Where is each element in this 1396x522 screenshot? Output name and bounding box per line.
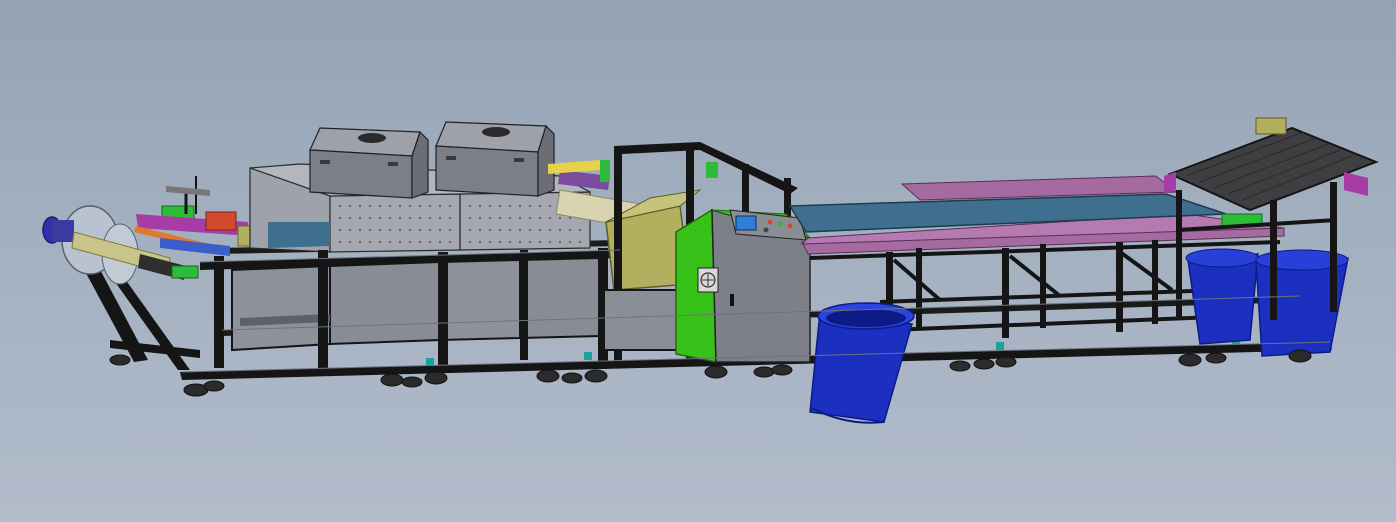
cad-viewport[interactable] [0,0,1396,522]
outfeed-leg-3 [1176,190,1182,320]
green-plate-2 [706,162,718,178]
tower-upright-2 [784,178,791,218]
green-button[interactable] [777,221,783,227]
chamber-panel-3 [439,258,521,342]
red-button-2[interactable] [787,223,793,229]
green-plate-1 [600,160,610,182]
bucket-rear [1185,248,1349,357]
upper-bracket [166,186,210,196]
hood-box-2 [435,121,555,197]
red-block [205,211,237,231]
hood-housing-1-front [329,193,461,253]
red-button[interactable] [767,219,773,225]
cabinet-handle[interactable] [730,294,734,306]
hood-box-1 [309,127,429,199]
coating-section [214,121,608,368]
outfeed-motor [1255,117,1287,135]
teal-bracket-1 [426,358,434,366]
outfeed-belt [1167,126,1379,212]
teal-bracket-3 [996,342,1004,350]
outfeed-purple-2 [1344,172,1368,196]
chamber-panel-4 [519,256,601,340]
green-block-1 [171,265,199,279]
control-cabinet [675,208,812,363]
chamber-panel-2 [329,260,441,346]
hood-belt [268,222,330,248]
bucket-front [809,302,915,424]
production-line-model [42,117,1379,424]
chamber-panel-1 [231,264,331,352]
outfeed-leg-2 [1330,182,1337,312]
caster-icon [109,354,131,366]
tower-upright-1 [742,164,749,212]
gray-button[interactable] [763,227,769,233]
outfeed-leg-1 [1270,200,1277,320]
motor-body [52,220,74,242]
press-gray-panel [603,289,681,351]
yellow-band [548,160,600,174]
hmi-screen[interactable] [735,215,757,231]
teal-bracket-2 [584,352,592,360]
